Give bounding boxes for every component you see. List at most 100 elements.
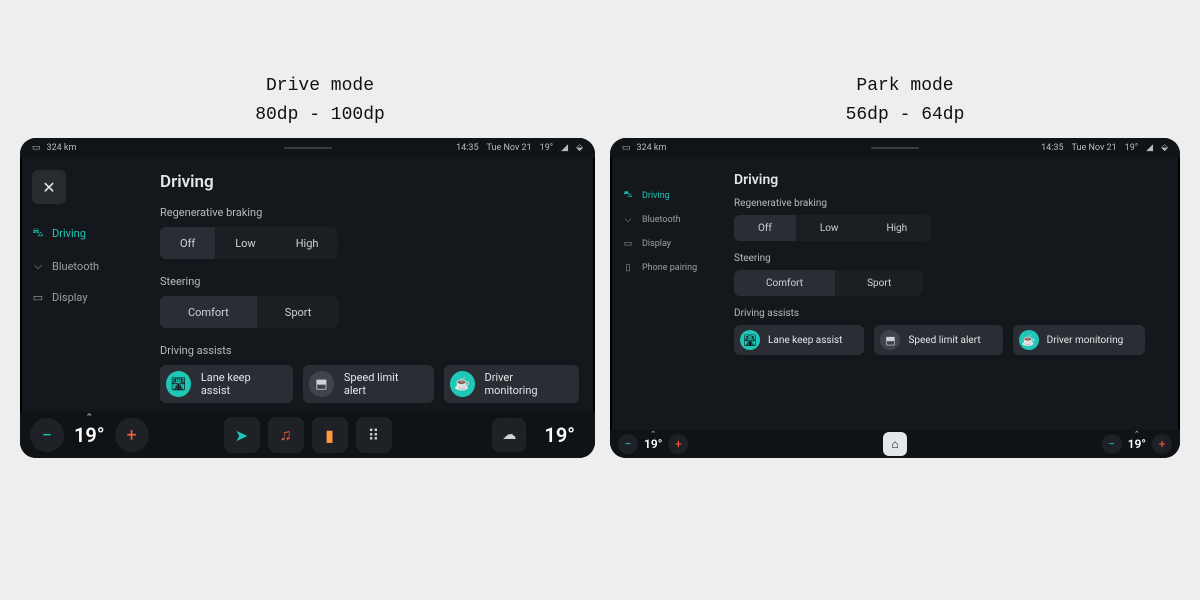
temp-down-left[interactable]: − [618,434,638,454]
sidebar-item-driving[interactable]: ⛍ Driving [622,190,720,201]
battery-icon: ▭ [622,143,631,153]
wifi-icon: ⬙ [1161,143,1168,153]
steer-comfort[interactable]: Comfort [160,296,257,328]
steer-segmented: Comfort Sport [734,270,923,296]
regen-segmented: Off Low High [160,227,338,259]
monitor-icon: ☕ [450,371,475,397]
chip-driver-monitor[interactable]: ☕ Driver monitoring [444,365,579,403]
sidebar-label: Display [642,239,671,249]
regen-off[interactable]: Off [160,227,215,259]
range: 324 km [637,143,667,153]
sidebar-item-bluetooth[interactable]: ⌵ Bluetooth [32,259,140,273]
display-icon: ▭ [622,239,634,249]
wifi-icon: ⬙ [576,143,583,153]
chip-label: Driver monitoring [485,371,566,397]
caption-drive-mode: Drive mode 80dp - 100dp [170,72,470,130]
drag-handle[interactable] [284,147,332,149]
chip-lane-keep[interactable]: 🛣 Lane keep assist [734,325,864,355]
chip-label: Speed limit alert [344,371,420,397]
time: 14:35 [1041,143,1063,153]
device-drive-mode: ▭ 324 km 14:35 Tue Nov 21 19° ◢ ⬙ ✕ ⛍ Dr… [20,138,595,458]
music-app-button[interactable]: ♫ [268,417,304,453]
temp-up-right[interactable]: + [1152,434,1172,454]
regen-label: Regenerative braking [734,198,1164,209]
signal-icon: ◢ [1146,143,1153,153]
assists-label: Driving assists [734,308,1164,319]
chip-label: Lane keep assist [768,335,842,346]
status-temp: 19° [540,143,553,153]
dock: − ⌃ 19° + ➤ ♫ ▮ ⠿ ☁ 19° [20,412,595,458]
temp-readout-left[interactable]: ⌃ 19° [74,423,105,447]
drag-handle[interactable] [871,147,919,149]
battery-icon: ▭ [32,143,41,153]
chip-label: Lane keep assist [201,371,279,397]
apps-grid-button[interactable]: ⠿ [356,417,392,453]
phone-icon: ▯ [622,263,634,273]
monitor-icon: ☕ [1019,330,1039,350]
steer-sport[interactable]: Sport [257,296,340,328]
chip-speed-limit[interactable]: ⬒ Speed limit alert [303,365,434,403]
speed-icon: ⬒ [880,330,900,350]
temp-down-left[interactable]: − [30,418,64,452]
temp-up-left[interactable]: + [115,418,149,452]
temp-readout-right[interactable]: ⌃ 19° [1128,437,1146,451]
page-title: Driving [734,172,1164,188]
signal-icon: ◢ [561,143,568,153]
lane-icon: 🛣 [166,371,191,397]
steer-comfort[interactable]: Comfort [734,270,835,296]
temp-down-right[interactable]: − [1102,434,1122,454]
chip-driver-monitor[interactable]: ☕ Driver monitoring [1013,325,1146,355]
regen-segmented: Off Low High [734,215,931,241]
chevron-up-icon: ⌃ [1134,430,1140,438]
chip-speed-limit[interactable]: ⬒ Speed limit alert [874,325,1002,355]
regen-off[interactable]: Off [734,215,796,241]
sidebar-label: Display [52,291,88,304]
sidebar-item-display[interactable]: ▭ Display [622,239,720,249]
sidebar-item-driving[interactable]: ⛍ Driving [32,226,140,241]
settings-content: Driving Regenerative braking Off Low Hig… [720,158,1180,430]
dock: − ⌃ 19° + ⌂ − ⌃ 19° + [610,430,1180,458]
steer-sport[interactable]: Sport [835,270,923,296]
camera-app-button[interactable]: ▮ [312,417,348,453]
sidebar-label: Driving [52,227,86,240]
sidebar-item-display[interactable]: ▭ Display [32,291,140,304]
sidebar-item-bluetooth[interactable]: ⌵ Bluetooth [622,215,720,225]
sidebar-label: Driving [642,191,670,201]
sidebar-label: Bluetooth [52,260,99,273]
settings-sidebar: ✕ ⛍ Driving ⌵ Bluetooth ▭ Display [20,158,140,412]
close-button[interactable]: ✕ [32,170,66,204]
home-button[interactable]: ⌂ [883,432,907,456]
regen-low[interactable]: Low [796,215,863,241]
weather-button[interactable]: ☁ [492,418,526,452]
regen-high[interactable]: High [276,227,339,259]
settings-sidebar: ⛍ Driving ⌵ Bluetooth ▭ Display ▯ Phone … [610,158,720,430]
chevron-up-icon: ⌃ [86,413,94,423]
chip-label: Driver monitoring [1047,335,1124,346]
time: 14:35 [456,143,478,153]
regen-high[interactable]: High [862,215,931,241]
temp-up-left[interactable]: + [668,434,688,454]
temp-readout-left[interactable]: ⌃ 19° [644,437,662,451]
regen-label: Regenerative braking [160,206,579,219]
chevron-up-icon: ⌃ [650,430,656,438]
home-icon: ⌂ [891,437,898,451]
settings-content: Driving Regenerative braking Off Low Hig… [140,158,595,412]
temp-readout-right[interactable]: 19° [544,423,575,447]
steer-segmented: Comfort Sport [160,296,339,328]
chip-lane-keep[interactable]: 🛣 Lane keep assist [160,365,293,403]
regen-low[interactable]: Low [215,227,275,259]
nav-app-button[interactable]: ➤ [224,417,260,453]
car-icon: ⛍ [32,226,44,241]
sidebar-label: Phone pairing [642,263,697,273]
speed-icon: ⬒ [309,371,334,397]
sidebar-label: Bluetooth [642,215,681,225]
sidebar-item-phone-pairing[interactable]: ▯ Phone pairing [622,263,720,273]
statusbar: ▭ 324 km 14:35 Tue Nov 21 19° ◢ ⬙ [610,138,1180,158]
bluetooth-icon: ⌵ [32,259,44,273]
display-icon: ▭ [32,291,44,304]
device-park-mode: ▭ 324 km 14:35 Tue Nov 21 19° ◢ ⬙ ⛍ Driv… [610,138,1180,458]
status-temp: 19° [1125,143,1138,153]
close-icon: ✕ [42,178,55,197]
range: 324 km [47,143,77,153]
date: Tue Nov 21 [487,143,532,153]
